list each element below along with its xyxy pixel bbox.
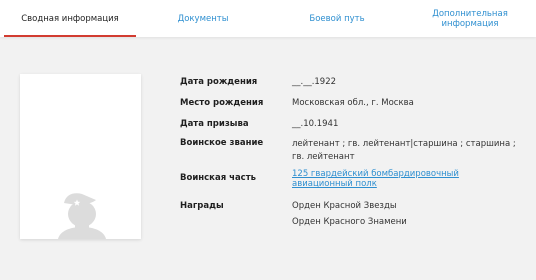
tab-additional-info[interactable]: Дополнительная информация [404, 0, 536, 37]
birth-date-label: Дата рождения [180, 77, 258, 87]
draft-date-value: __.10.1941 [292, 119, 339, 129]
tab-additional-info-label: Дополнительная информация [432, 8, 508, 29]
rank-label: Воинское звание [180, 138, 264, 148]
award-item: Орден Красного Знамени [292, 217, 407, 227]
tab-documents[interactable]: Документы [136, 0, 270, 37]
unit-label: Воинская часть [180, 173, 257, 183]
unit-value: 125 гвардейский бомбардировочный авиацио… [292, 169, 492, 189]
birth-date-value: __.__.1922 [292, 77, 337, 87]
tab-documents-label: Документы [177, 13, 229, 24]
award-item: Орден Красной Звезды [292, 201, 397, 211]
rank-value: лейтенант ; гв. лейтенант|старшина ; ста… [292, 139, 516, 162]
awards-label: Награды [180, 201, 224, 211]
tab-combat-path-label: Боевой путь [309, 13, 365, 24]
tab-summary-label: Сводная информация [21, 13, 119, 24]
tab-combat-path[interactable]: Боевой путь [270, 0, 404, 37]
active-tab-indicator [4, 35, 136, 37]
tab-summary[interactable]: Сводная информация [4, 0, 136, 37]
unit-link[interactable]: 125 гвардейский бомбардировочный авиацио… [292, 169, 459, 189]
birth-place-label: Место рождения [180, 98, 264, 108]
soldier-silhouette-icon [58, 193, 106, 239]
photo-card [20, 74, 141, 239]
draft-date-label: Дата призыва [180, 119, 249, 129]
birth-place-value: Московская обл., г. Москва [292, 98, 414, 108]
tab-bar: Сводная информация Документы Боевой путь… [0, 0, 536, 37]
